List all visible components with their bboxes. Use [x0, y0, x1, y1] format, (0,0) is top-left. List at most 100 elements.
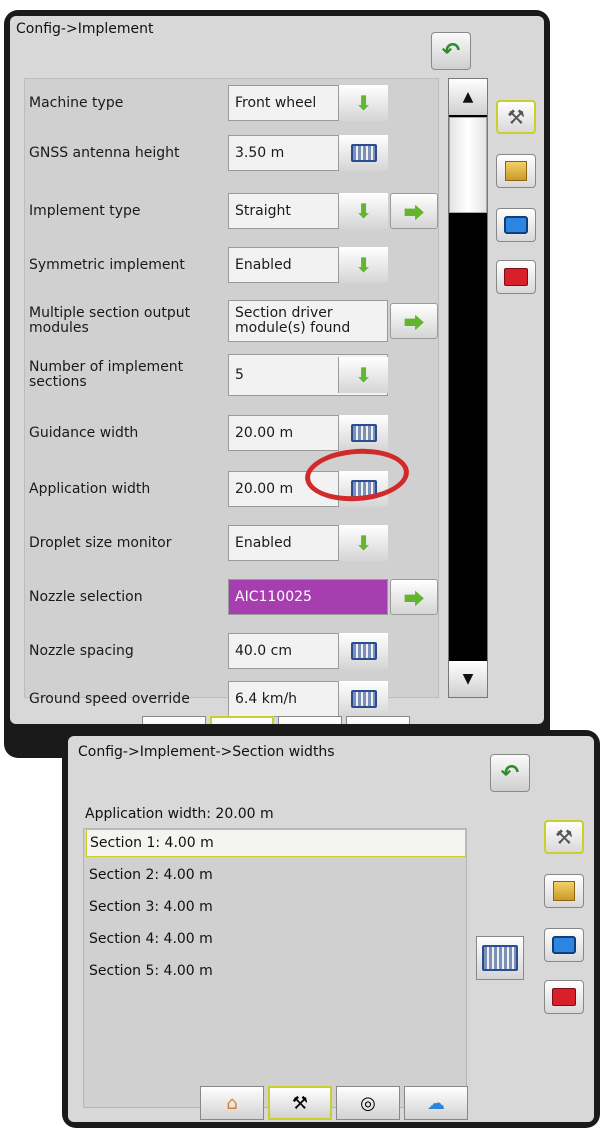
green-right-arrow-icon: ⮕: [404, 586, 424, 611]
keyboard-icon: [350, 144, 377, 162]
tools-icon: ⚒: [291, 1092, 309, 1114]
droplet-size-monitor-dropdown-button[interactable]: ⬇: [338, 525, 388, 561]
keyboard-icon: [350, 424, 377, 442]
scroll-down-button[interactable]: ▼: [449, 661, 487, 697]
number-of-sections-dropdown-button[interactable]: ⬇: [338, 357, 388, 393]
side-tab-monitor[interactable]: [544, 928, 584, 962]
toolbox-icon: [504, 268, 528, 286]
bottom-nav: ⌂ ⚒ ◎ ☁: [142, 716, 410, 724]
list-item-section-2[interactable]: Section 2: 4.00 m: [86, 861, 466, 889]
nozzle-selection-next-button[interactable]: ⮕: [390, 579, 438, 615]
gauge-icon: ◎: [302, 723, 318, 725]
home-icon: ⌂: [168, 723, 179, 725]
back-button[interactable]: ↶: [431, 32, 471, 70]
row-label: Nozzle selection: [29, 588, 143, 605]
row-label: Number of implement sections: [29, 359, 184, 390]
nav-cloud[interactable]: ☁: [404, 1086, 468, 1120]
keyboard-icon: [350, 690, 377, 708]
row-gnss-antenna-height: GNSS antenna height 3.50 m: [25, 129, 440, 177]
section-modules-next-button[interactable]: ⮕: [390, 303, 438, 339]
section-modules-value: Section driver module(s) found: [228, 300, 388, 342]
row-droplet-size-monitor: Droplet size monitor Enabled ⬇: [25, 519, 440, 567]
gnss-antenna-height-keyboard-button[interactable]: [338, 135, 388, 171]
triangle-up-icon: ▲: [462, 89, 474, 105]
side-tab-toolbox[interactable]: [496, 260, 536, 294]
side-tab-cabinet[interactable]: [496, 154, 536, 188]
row-label: Machine type: [29, 94, 124, 111]
home-icon: ⌂: [226, 1092, 238, 1114]
list-item-section-1[interactable]: Section 1: 4.00 m: [86, 829, 466, 857]
application-width-label: Application width: 20.00 m: [85, 806, 274, 822]
list-item-section-4[interactable]: Section 4: 4.00 m: [86, 925, 466, 953]
toolbox-icon: [552, 988, 576, 1006]
list-item-section-3[interactable]: Section 3: 4.00 m: [86, 893, 466, 921]
back-button[interactable]: ↶: [490, 754, 530, 792]
row-implement-type: Implement type Straight ⬇ ⮕: [25, 187, 440, 235]
side-tab-monitor[interactable]: [496, 208, 536, 242]
nozzle-selection-value[interactable]: AIC110025: [228, 579, 388, 615]
green-down-arrow-icon: ⬇: [355, 199, 372, 223]
row-label: GNSS antenna height: [29, 144, 180, 161]
back-arrow-icon: ↶: [500, 760, 520, 786]
nav-home[interactable]: ⌂: [200, 1086, 264, 1120]
green-down-arrow-icon: ⬇: [355, 363, 372, 387]
page-title: Config->Implement->Section widths: [78, 744, 335, 760]
section-widths-screen: Config->Implement->Section widths ↶ Appl…: [62, 730, 600, 1128]
implement-config-panel: Config->Implement ↶ Machine type Front w…: [10, 16, 544, 724]
implement-type-next-button[interactable]: ⮕: [390, 193, 438, 229]
section-widths-list: Section 1: 4.00 m Section 2: 4.00 m Sect…: [83, 828, 467, 1108]
nav-cloud[interactable]: ☁: [346, 716, 410, 724]
green-right-arrow-icon: ⮕: [404, 310, 424, 335]
tools-icon: ⚒: [507, 105, 525, 129]
guidance-width-keyboard-button[interactable]: [338, 415, 388, 451]
row-machine-type: Machine type Front wheel ⬇: [25, 79, 440, 127]
cloud-icon: ☁: [427, 1092, 445, 1114]
row-nozzle-spacing: Nozzle spacing 40.0 cm: [25, 627, 440, 675]
keyboard-icon: [350, 642, 377, 660]
row-ground-speed-override: Ground speed override 6.4 km/h: [25, 675, 440, 717]
settings-list: Machine type Front wheel ⬇ GNSS antenna …: [24, 78, 440, 717]
side-tab-toolbox[interactable]: [544, 980, 584, 1014]
machine-type-dropdown-button[interactable]: ⬇: [338, 85, 388, 121]
side-tab-tools[interactable]: ⚒: [544, 820, 584, 854]
green-down-arrow-icon: ⬇: [355, 91, 372, 115]
row-label: Multiple section output modules: [29, 305, 191, 336]
implement-type-dropdown-button[interactable]: ⬇: [338, 193, 388, 229]
row-nozzle-selection: Nozzle selection AIC110025 ⮕: [25, 573, 440, 621]
green-down-arrow-icon: ⬇: [355, 531, 372, 555]
nav-gauge[interactable]: ◎: [336, 1086, 400, 1120]
row-label: Guidance width: [29, 424, 139, 441]
side-tab-cabinet[interactable]: [544, 874, 584, 908]
nav-home[interactable]: ⌂: [142, 716, 206, 724]
list-item-section-5[interactable]: Section 5: 4.00 m: [86, 957, 466, 985]
nav-gauge[interactable]: ◎: [278, 716, 342, 724]
row-label: Droplet size monitor: [29, 534, 172, 551]
keyboard-icon: [482, 945, 518, 971]
green-down-arrow-icon: ⬇: [355, 253, 372, 277]
nav-tools[interactable]: ⚒: [268, 1086, 332, 1120]
row-label: Implement type: [29, 202, 141, 219]
ground-speed-override-keyboard-button[interactable]: [338, 681, 388, 717]
cabinet-icon: [553, 881, 575, 901]
section-widths-panel: Config->Implement->Section widths ↶ Appl…: [68, 736, 594, 1122]
back-arrow-icon: ↶: [441, 38, 461, 64]
row-label: Nozzle spacing: [29, 642, 134, 659]
scrollbar[interactable]: ▲ ▼: [448, 78, 488, 698]
bottom-nav: ⌂ ⚒ ◎ ☁: [200, 1086, 468, 1120]
row-label: Application width: [29, 480, 151, 497]
tools-icon: ⚒: [555, 825, 573, 849]
monitor-icon: [504, 216, 528, 234]
green-right-arrow-icon: ⮕: [404, 200, 424, 225]
row-label: Symmetric implement: [29, 256, 185, 273]
edit-keyboard-button[interactable]: [476, 936, 524, 980]
symmetric-implement-dropdown-button[interactable]: ⬇: [338, 247, 388, 283]
triangle-down-icon: ▼: [462, 671, 474, 687]
row-number-of-implement-sections: Number of implement sections 5 ⬇: [25, 351, 440, 399]
row-symmetric-implement: Symmetric implement Enabled ⬇: [25, 241, 440, 289]
scroll-thumb[interactable]: [449, 117, 487, 213]
side-tab-tools[interactable]: ⚒: [496, 100, 536, 134]
nozzle-spacing-keyboard-button[interactable]: [338, 633, 388, 669]
scroll-up-button[interactable]: ▲: [449, 79, 487, 115]
nav-tools[interactable]: ⚒: [210, 716, 274, 724]
implement-config-screen: Config->Implement ↶ Machine type Front w…: [4, 10, 550, 758]
